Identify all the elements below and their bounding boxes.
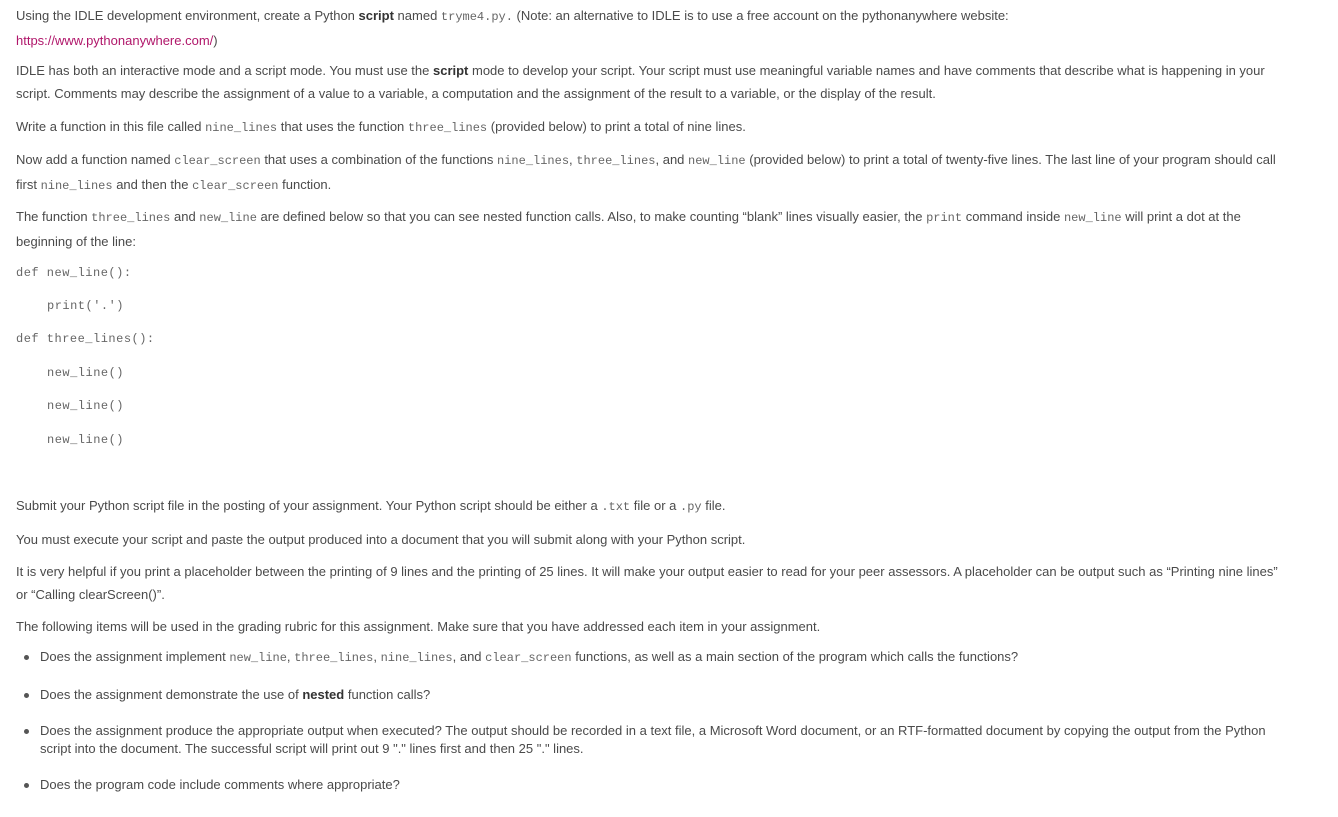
rubric-item: Does the assignment implement new_line, … <box>16 648 1286 667</box>
code-line: def new_line(): <box>16 266 132 280</box>
code-line: new_line() <box>47 366 125 380</box>
rubric-item: Does the program code include comments w… <box>16 776 1286 794</box>
code-line: new_line() <box>47 433 125 447</box>
submit-paragraph: Submit your Python script file in the po… <box>16 498 726 514</box>
code-line: print('.') <box>47 299 125 313</box>
code-line: new_line() <box>47 399 125 413</box>
pythonanywhere-link[interactable]: https://www.pythonanywhere.com/ <box>16 33 213 48</box>
rubric-intro: The following items will be used in the … <box>16 619 821 634</box>
filename-code: tryme4.py. <box>440 10 513 24</box>
script-emphasis: script <box>358 8 394 23</box>
clear-screen-paragraph: Now add a function named clear_screen th… <box>16 152 1276 193</box>
execute-paragraph: You must execute your script and paste t… <box>16 532 746 547</box>
idle-mode-paragraph: IDLE has both an interactive mode and a … <box>16 63 1265 101</box>
intro-paragraph: Using the IDLE development environment, … <box>16 8 1009 48</box>
nested-emphasis: nested <box>302 687 345 702</box>
code-line: def three_lines(): <box>16 332 155 346</box>
script-emphasis: script <box>432 63 469 78</box>
nested-calls-paragraph: The function three_lines and new_line ar… <box>16 209 1241 249</box>
assignment-document: Using the IDLE development environment, … <box>0 0 1338 792</box>
nine-lines-paragraph: Write a function in this file called nin… <box>16 119 746 135</box>
rubric-item: Does the assignment produce the appropri… <box>16 722 1286 758</box>
placeholder-paragraph: It is very helpful if you print a placeh… <box>16 564 1278 602</box>
rubric-item: Does the assignment demonstrate the use … <box>16 686 1286 704</box>
